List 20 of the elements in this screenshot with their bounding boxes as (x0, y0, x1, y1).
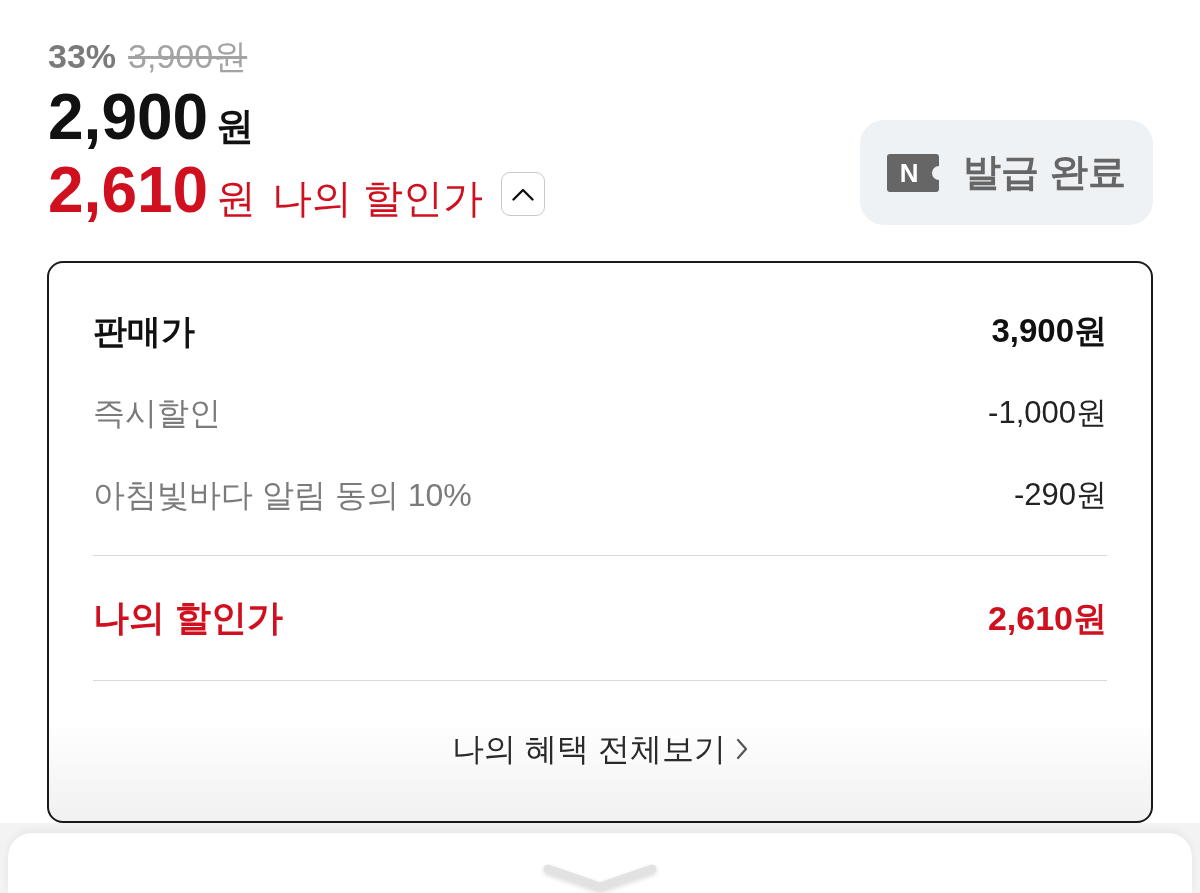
sale-price: 2,900 (48, 82, 209, 152)
sale-price-unit: 원 (216, 104, 255, 149)
view-all-benefits-link[interactable]: 나의 혜택 전체보기 (452, 725, 748, 773)
breakdown-toggle[interactable] (501, 172, 546, 216)
row-label: 판매가 (93, 310, 195, 352)
my-price-unit: 원 (216, 175, 257, 222)
row-amount: 3,900원 (991, 311, 1107, 352)
row-label: 즉시할인 (93, 394, 221, 433)
my-price-label: 나의 할인가 (272, 175, 484, 222)
row-label: 나의 할인가 (93, 596, 283, 640)
row-amount: -1,000원 (988, 393, 1107, 432)
ticket-logo: N (887, 153, 940, 192)
chevron-up-icon (512, 187, 535, 201)
row-amount: -290원 (1013, 475, 1107, 514)
row-amount: 2,610원 (987, 597, 1107, 639)
sheet-handle-icon[interactable] (542, 863, 658, 893)
original-price: 3,900원 (128, 36, 248, 77)
chevron-right-icon (735, 738, 748, 760)
row-label: 아침빛바다 알림 동의 10% (93, 476, 472, 515)
discount-rate: 33% (48, 36, 117, 77)
